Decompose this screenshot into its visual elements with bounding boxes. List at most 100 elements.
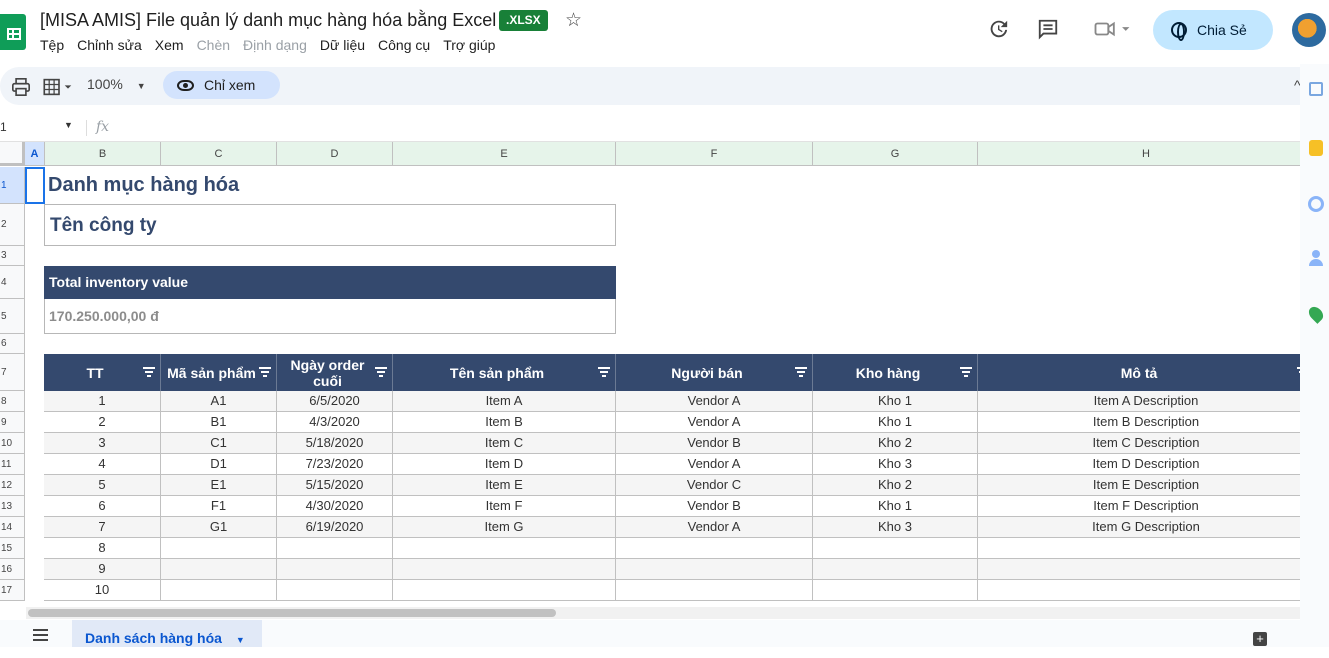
menu-item[interactable]: Công cụ xyxy=(378,37,430,53)
table-cell[interactable] xyxy=(161,559,277,580)
table-cell[interactable]: Item E Description xyxy=(978,475,1314,496)
row-header[interactable]: 4 xyxy=(0,266,25,299)
table-header-cell[interactable]: Kho hàng xyxy=(813,354,978,391)
name-box[interactable]: 1 ▼ xyxy=(0,120,73,134)
company-name-cell[interactable]: Tên công ty xyxy=(44,204,616,246)
table-cell[interactable]: A1 xyxy=(161,391,277,412)
table-cell[interactable] xyxy=(393,538,616,559)
row-header[interactable]: 7 xyxy=(0,354,25,391)
view-only-button[interactable]: Chỉ xem xyxy=(163,71,280,99)
table-cell[interactable]: C1 xyxy=(161,433,277,454)
table-cell[interactable] xyxy=(277,559,393,580)
table-cell[interactable]: 6/19/2020 xyxy=(277,517,393,538)
table-cell[interactable] xyxy=(616,538,813,559)
contacts-icon[interactable] xyxy=(1309,250,1323,266)
table-cell[interactable]: 10 xyxy=(44,580,161,601)
table-cell[interactable] xyxy=(978,538,1314,559)
inventory-label[interactable]: Total inventory value xyxy=(44,266,616,299)
menu-item[interactable]: Tệp xyxy=(40,37,64,53)
table-cell[interactable]: B1 xyxy=(161,412,277,433)
table-cell[interactable]: 3 xyxy=(44,433,161,454)
table-cell[interactable]: Vendor C xyxy=(616,475,813,496)
spreadsheet-grid[interactable]: ABCDEFGH 1 2 3 4 5 6 7 8 9 10 11 12 13 14 15 16 17 Danh … xyxy=(0,142,1314,606)
table-cell[interactable]: 2 xyxy=(44,412,161,433)
all-sheets-menu-icon[interactable] xyxy=(33,629,48,641)
sheet-tab-active[interactable]: Danh sách hàng hóa ▼ xyxy=(72,620,262,647)
table-cell[interactable]: Item F xyxy=(393,496,616,517)
table-cell[interactable]: Vendor A xyxy=(616,454,813,475)
table-cell[interactable]: Vendor A xyxy=(616,391,813,412)
document-title[interactable]: [MISA AMIS] File quản lý danh mục hàng h… xyxy=(40,10,496,31)
table-header-cell[interactable]: Người bán xyxy=(616,354,813,391)
table-cell[interactable]: Vendor A xyxy=(616,517,813,538)
filter-icon[interactable] xyxy=(795,367,807,377)
inventory-value[interactable]: 170.250.000,00 đ xyxy=(44,299,616,334)
column-header[interactable]: B xyxy=(45,142,161,166)
table-cell[interactable]: 4 xyxy=(44,454,161,475)
column-header[interactable]: G xyxy=(813,142,978,166)
add-sheet-icon[interactable]: + xyxy=(1253,632,1267,646)
table-cell[interactable]: Vendor B xyxy=(616,496,813,517)
table-cell[interactable]: 1 xyxy=(44,391,161,412)
table-cell[interactable]: G1 xyxy=(161,517,277,538)
star-icon[interactable]: ☆ xyxy=(565,9,582,32)
table-cell[interactable]: 9 xyxy=(44,559,161,580)
table-cell[interactable]: Vendor A xyxy=(616,412,813,433)
table-cell[interactable]: Item C xyxy=(393,433,616,454)
table-cell[interactable]: Kho 1 xyxy=(813,391,978,412)
table-cell[interactable]: F1 xyxy=(161,496,277,517)
table-cell[interactable] xyxy=(161,580,277,601)
table-cell[interactable] xyxy=(393,580,616,601)
row-header[interactable]: 3 xyxy=(0,246,25,266)
table-cell[interactable]: Item A xyxy=(393,391,616,412)
selected-cell-a1[interactable] xyxy=(25,167,45,204)
row-header[interactable]: 2 xyxy=(0,204,25,246)
table-cell[interactable]: Vendor B xyxy=(616,433,813,454)
avatar[interactable] xyxy=(1292,13,1326,47)
row-header[interactable]: 10 xyxy=(0,433,25,454)
table-cell[interactable]: Kho 3 xyxy=(813,517,978,538)
menu-item[interactable]: Dữ liệu xyxy=(320,37,365,53)
table-cell[interactable]: Item D Description xyxy=(978,454,1314,475)
table-cell[interactable]: Item A Description xyxy=(978,391,1314,412)
table-cell[interactable]: 4/30/2020 xyxy=(277,496,393,517)
calendar-icon[interactable] xyxy=(1309,82,1323,96)
table-cell[interactable] xyxy=(277,538,393,559)
row-header[interactable]: 1 xyxy=(0,167,25,204)
menu-item[interactable]: Chỉnh sửa xyxy=(77,37,142,53)
filter-icon[interactable] xyxy=(598,367,610,377)
table-cell[interactable]: Item D xyxy=(393,454,616,475)
table-header-cell[interactable]: Ngày order cuối xyxy=(277,354,393,391)
table-cell[interactable]: Kho 1 xyxy=(813,412,978,433)
table-cell[interactable]: 7 xyxy=(44,517,161,538)
table-cell[interactable] xyxy=(393,559,616,580)
table-cell[interactable]: Item B xyxy=(393,412,616,433)
table-cell[interactable]: 6/5/2020 xyxy=(277,391,393,412)
table-cell[interactable] xyxy=(978,559,1314,580)
table-cell[interactable]: 7/23/2020 xyxy=(277,454,393,475)
print-icon[interactable] xyxy=(11,78,31,99)
share-button[interactable]: Chia Sẻ xyxy=(1153,10,1273,50)
table-cell[interactable] xyxy=(616,580,813,601)
menu-item[interactable]: Xem xyxy=(155,37,184,53)
filter-icon[interactable] xyxy=(375,367,387,377)
table-cell[interactable]: 5/15/2020 xyxy=(277,475,393,496)
table-cell[interactable]: E1 xyxy=(161,475,277,496)
row-header[interactable]: 12 xyxy=(0,475,25,496)
table-cell[interactable]: Kho 3 xyxy=(813,454,978,475)
column-header[interactable]: A xyxy=(25,142,45,166)
table-cell[interactable] xyxy=(813,559,978,580)
table-cell[interactable]: Kho 1 xyxy=(813,496,978,517)
table-cell[interactable]: Item C Description xyxy=(978,433,1314,454)
table-cell[interactable]: 4/3/2020 xyxy=(277,412,393,433)
table-cell[interactable]: D1 xyxy=(161,454,277,475)
table-cell[interactable] xyxy=(978,580,1314,601)
table-cell[interactable]: Item G Description xyxy=(978,517,1314,538)
table-cell[interactable] xyxy=(277,580,393,601)
table-cell[interactable]: 8 xyxy=(44,538,161,559)
table-header-cell[interactable]: TT xyxy=(44,354,161,391)
column-header[interactable]: C xyxy=(161,142,277,166)
horizontal-scrollbar[interactable] xyxy=(26,607,1300,619)
row-header[interactable]: 14 xyxy=(0,517,25,538)
row-header[interactable]: 9 xyxy=(0,412,25,433)
